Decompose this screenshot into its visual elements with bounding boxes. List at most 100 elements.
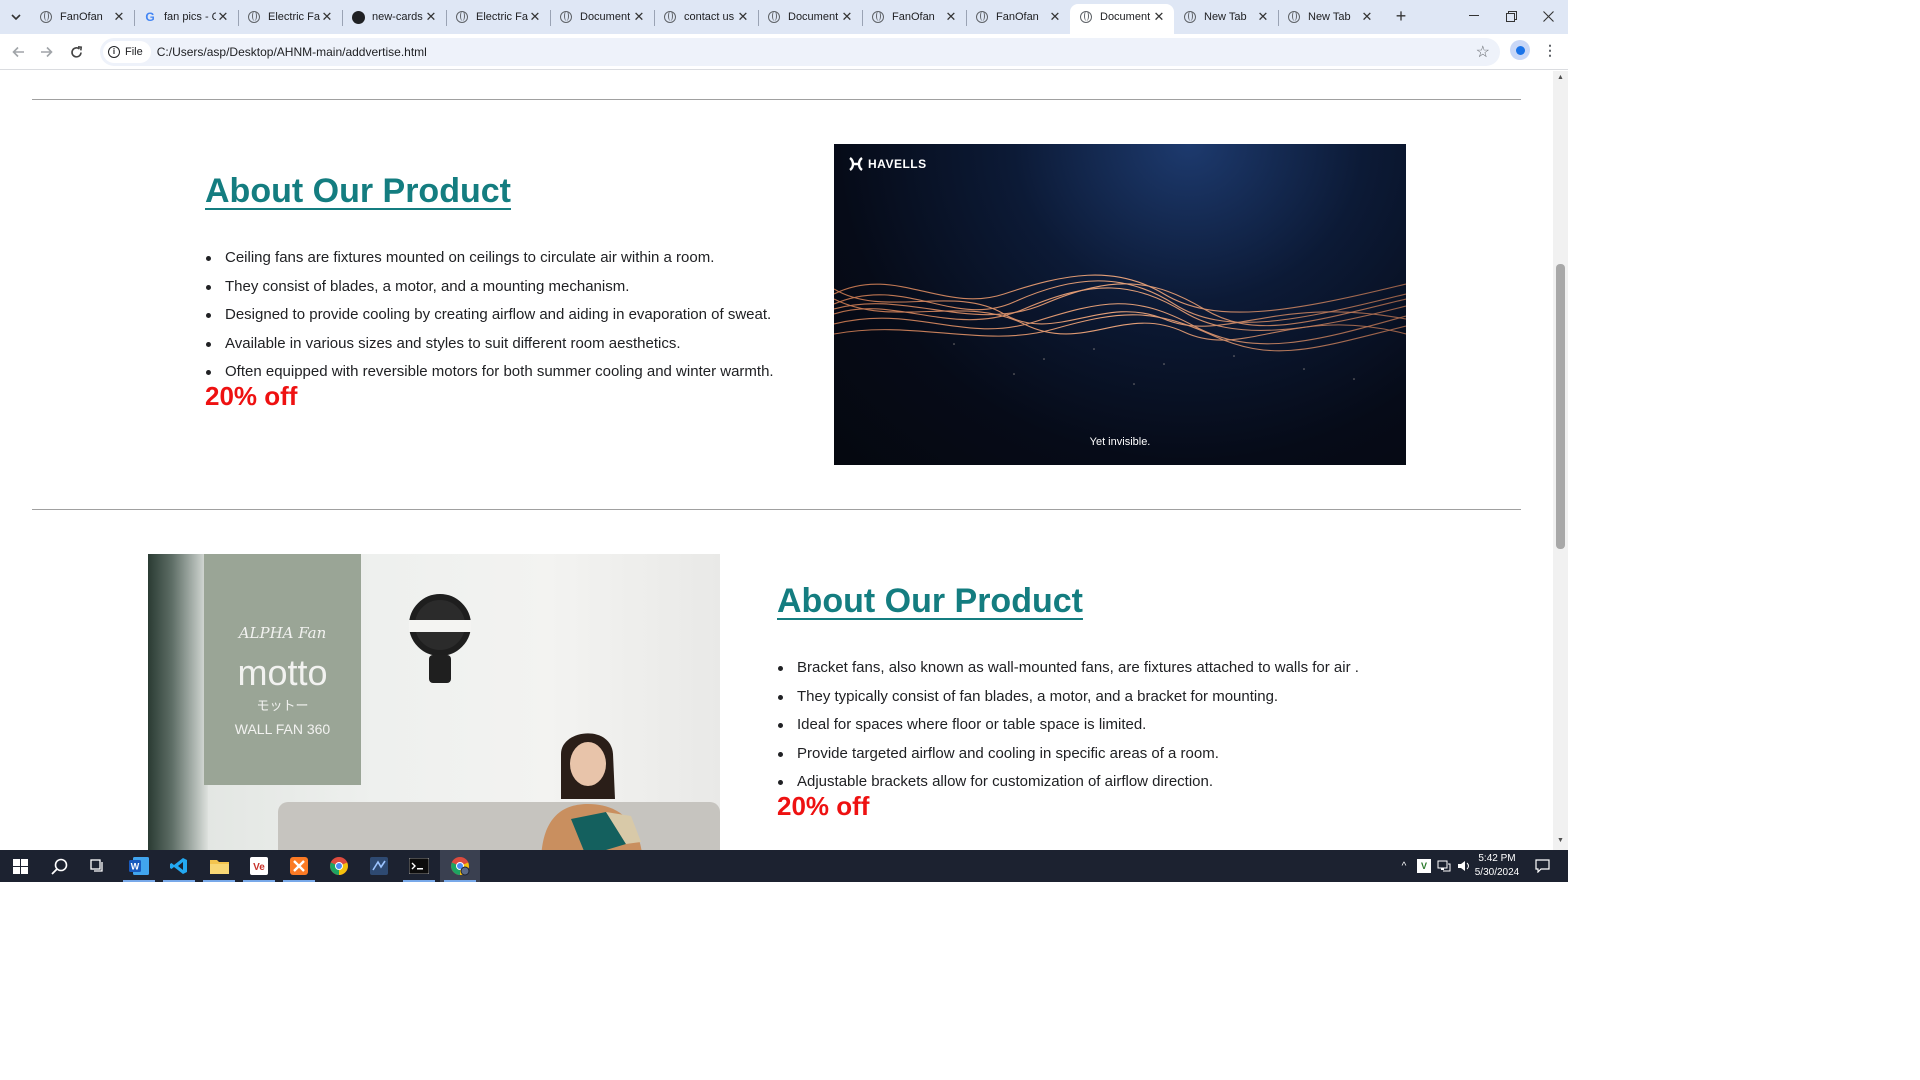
scheme-label: File [125,46,143,58]
chevron-down-icon [11,14,21,20]
page-viewport: About Our Product Ceiling fans are fixtu… [0,71,1553,850]
tab[interactable]: New Tab ✕ [1278,4,1382,30]
new-tab-button[interactable]: + [1390,6,1412,28]
tab-title: New Tab [1308,11,1351,23]
page-scrollbar[interactable]: ▲ ▼ [1553,71,1568,850]
feature-item: Bracket fans, also known as wall-mounted… [777,658,1359,687]
close-icon[interactable]: ✕ [112,9,126,25]
info-icon: i [108,46,120,58]
menu-button[interactable]: ⋮ [1543,40,1557,62]
scrollbar-thumb[interactable] [1556,264,1565,549]
tab[interactable]: Gfan pics - G ✕ [134,4,238,30]
profile-button[interactable] [1510,40,1530,60]
more-vertical-icon: ⋮ [1543,42,1557,58]
notifications-button[interactable] [1522,850,1562,882]
tab[interactable]: Electric Fan✕ [446,4,550,30]
site-info-chip[interactable]: i File [103,41,151,63]
close-icon[interactable]: ✕ [528,9,542,25]
vscode-app[interactable] [159,850,199,882]
windows-logo-icon [12,858,28,874]
file-explorer-app[interactable] [199,850,239,882]
tab-list: FanOfan✕ Gfan pics - G✕ Electric Fan✕ ne… [30,4,1382,34]
tab[interactable]: FanOfan ✕ [966,4,1070,30]
wall-fan-band [409,620,471,632]
ve-app[interactable]: Ve [239,850,279,882]
close-icon[interactable]: ✕ [1256,9,1270,25]
chrome-active-app[interactable] [440,850,480,882]
search-button[interactable] [39,850,79,882]
chrome-active-icon [451,857,470,876]
section-divider [32,509,1521,510]
close-icon[interactable]: ✕ [632,9,646,25]
avatar-icon [1515,45,1525,55]
search-icon [50,858,67,875]
tab-search-button[interactable] [6,7,26,27]
globe-icon [455,10,469,24]
close-icon[interactable]: ✕ [216,9,230,25]
blue-app[interactable] [359,850,399,882]
tab[interactable]: New Tab ✕ [1174,4,1278,30]
tab[interactable]: new-cards ✕ [342,4,446,30]
reload-icon [70,45,82,58]
start-button[interactable] [0,850,40,882]
tab-title: contact us [684,11,735,23]
tab[interactable]: Electric Fan✕ [238,4,342,30]
close-icon[interactable]: ✕ [840,9,854,25]
tab-title: FanOfan [60,11,103,23]
bookmark-star-icon[interactable]: ☆ [1476,42,1490,62]
tab[interactable]: contact us ✕ [654,4,758,30]
close-icon[interactable]: ✕ [1360,9,1374,25]
globe-icon [767,10,781,24]
havells-video-image: HAVELLS Yet invisible. [834,144,1406,465]
reload-button[interactable] [65,41,87,63]
tab[interactable]: FanOfan ✕ [862,4,966,30]
close-icon[interactable]: ✕ [1152,9,1166,25]
ve-tray-icon[interactable]: V [1417,859,1431,873]
xampp-app[interactable] [279,850,319,882]
system-clock[interactable]: 5:42 PM 5/30/2024 [1468,852,1526,880]
chrome-app[interactable] [319,850,359,882]
close-icon[interactable]: ✕ [424,9,438,25]
tab[interactable]: FanOfan ✕ [30,4,134,30]
havells-logo-mark [848,157,864,171]
chrome-icon [330,857,348,875]
scroll-up-arrow-icon[interactable]: ▲ [1556,74,1565,83]
word-app[interactable]: W [119,850,159,882]
close-icon[interactable]: ✕ [736,9,750,25]
close-icon[interactable]: ✕ [1048,9,1062,25]
close-icon[interactable]: ✕ [320,9,334,25]
system-tray: ^ V [1397,850,1471,882]
notification-icon [1534,859,1550,873]
task-view-button[interactable] [78,850,118,882]
app-ve-icon: Ve [250,857,268,875]
arrow-left-icon [11,46,24,58]
section-divider [32,99,1521,100]
tab-title: Document [788,11,839,23]
close-window-button[interactable] [1525,0,1571,32]
section-title: About Our Product [777,582,1083,620]
tab[interactable]: Document ✕ [550,4,654,30]
tab[interactable]: Document ✕ [758,4,862,30]
tab-title: fan pics - G [164,11,216,23]
scroll-down-arrow-icon[interactable]: ▼ [1556,837,1565,846]
plant-foliage [148,554,208,850]
terminal-app[interactable] [399,850,439,882]
tab-active[interactable]: Document ✕ [1070,4,1174,34]
tab-strip: FanOfan✕ Gfan pics - G✕ Electric Fan✕ ne… [0,0,1568,34]
tab-title: new-cards [372,11,423,23]
url-text[interactable]: C:/Users/asp/Desktop/AHNM-main/addvertis… [157,45,427,59]
video-caption: Yet invisible. [1089,436,1151,448]
tab-title: Document [580,11,631,23]
alpha-fan-brand: ALPHA Fan [238,624,327,642]
back-button[interactable] [7,41,29,63]
close-icon[interactable]: ✕ [944,9,958,25]
google-icon: G [145,10,155,24]
address-bar[interactable]: i File C:/Users/asp/Desktop/AHNM-main/ad… [100,38,1500,66]
network-icon[interactable] [1437,860,1451,872]
file-explorer-icon [209,860,229,874]
chevron-up-icon[interactable]: ^ [1397,861,1411,872]
forward-button[interactable] [35,41,57,63]
xampp-icon [290,857,308,875]
section-title: About Our Product [205,172,511,210]
browser-toolbar: i File C:/Users/asp/Desktop/AHNM-main/ad… [0,34,1568,70]
